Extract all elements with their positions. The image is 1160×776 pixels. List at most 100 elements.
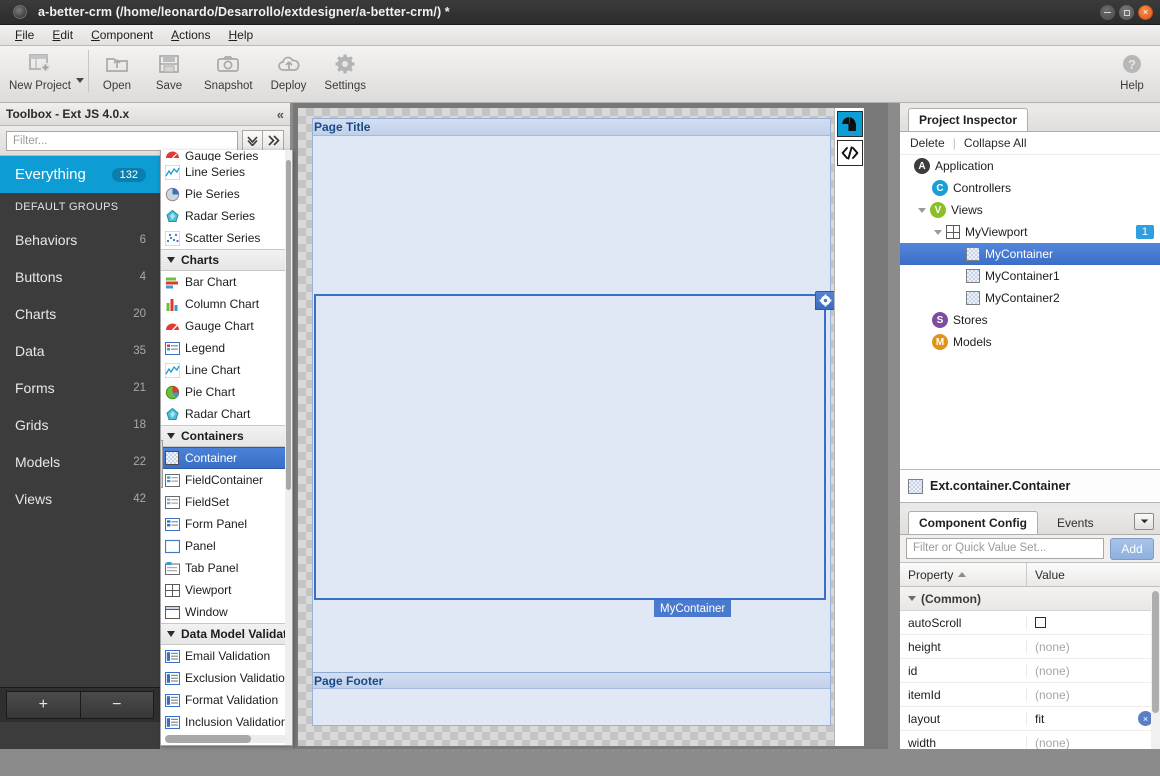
palette-item-panel[interactable]: Panel (161, 535, 292, 557)
palette-item-exclusion-validation[interactable]: Exclusion Validation (161, 667, 292, 689)
tree-node-mycontainer1[interactable]: MyContainer1 (900, 265, 1160, 287)
table-row[interactable]: id (none) (900, 659, 1160, 683)
palette-item-legend[interactable]: Legend (161, 337, 292, 359)
close-button[interactable]: × (1138, 5, 1153, 20)
toolbox-expand-icon[interactable] (263, 129, 284, 152)
remove-group-button[interactable]: − (79, 691, 154, 719)
config-group-common[interactable]: (Common) (900, 587, 1160, 611)
collapse-all-link[interactable]: Collapse All (964, 136, 1027, 150)
toolbox-item-charts[interactable]: Charts 20 (0, 295, 160, 332)
config-filter-input[interactable]: Filter or Quick Value Set... (906, 538, 1104, 559)
palette-item-viewport[interactable]: Viewport (161, 579, 292, 601)
tree-node-views[interactable]: V Views (900, 199, 1160, 221)
help-button[interactable]: ? Help (1104, 46, 1160, 100)
delete-link[interactable]: Delete (910, 136, 945, 150)
palette-item-gauge-series[interactable]: Gauge Series (161, 150, 292, 161)
new-project-button[interactable]: New Project (0, 46, 80, 100)
save-button[interactable]: Save (143, 46, 195, 100)
palette-item-fieldset[interactable]: FieldSet (161, 491, 292, 513)
snapshot-button[interactable]: Snapshot (195, 46, 262, 100)
maximize-button[interactable] (1119, 5, 1134, 20)
minimize-button[interactable] (1100, 5, 1115, 20)
selected-container[interactable]: MyContainer (314, 291, 836, 617)
viewport-center-region[interactable]: MyContainer (313, 136, 836, 689)
deploy-button[interactable]: Deploy (262, 46, 316, 100)
page-title-region[interactable]: Page Title (313, 119, 830, 136)
toolbox-item-views[interactable]: Views 42 (0, 480, 160, 517)
table-row[interactable]: layout fit × (900, 707, 1160, 731)
palette-item-email-validation[interactable]: Email Validation (161, 645, 292, 667)
design-view-toggle[interactable] (836, 111, 863, 137)
property-value[interactable]: (none) (1027, 688, 1160, 702)
toolbox-item-data[interactable]: Data 35 (0, 332, 160, 369)
palette-item-radar-series[interactable]: Radar Series (161, 205, 292, 227)
toolbox-item-forms[interactable]: Forms 21 (0, 369, 160, 406)
container-config-button[interactable] (815, 291, 836, 310)
palette-item-window[interactable]: Window (161, 601, 292, 623)
tab-events[interactable]: Events (1046, 511, 1105, 534)
myviewport-preview[interactable]: Page Title MyContainer Page Footer (312, 118, 836, 726)
property-value[interactable]: (none) (1027, 640, 1160, 654)
palette-collapse-handle[interactable] (161, 440, 163, 488)
palette-item-container[interactable]: Container (161, 447, 292, 469)
table-row[interactable]: height (none) (900, 635, 1160, 659)
chevron-down-icon[interactable] (934, 229, 942, 235)
tree-node-mycontainer2[interactable]: MyContainer2 (900, 287, 1160, 309)
page-footer-region[interactable]: Page Footer (313, 672, 830, 689)
add-group-button[interactable]: + (6, 691, 80, 719)
tree-node-models[interactable]: M Models (900, 331, 1160, 353)
menu-edit[interactable]: Edit (43, 26, 82, 44)
tree-node-mycontainer[interactable]: MyContainer (900, 243, 1160, 265)
palette-item-line-chart[interactable]: Line Chart (161, 359, 292, 381)
design-canvas[interactable]: Page Title MyContainer Page Footer (298, 108, 864, 746)
tree-node-application[interactable]: A Application (900, 155, 1160, 177)
toolbox-item-buttons[interactable]: Buttons 4 (0, 258, 160, 295)
property-value[interactable]: fit × (1027, 711, 1160, 726)
column-header-property[interactable]: Property (900, 563, 1027, 586)
toolbox-item-behaviors[interactable]: Behaviors 6 (0, 221, 160, 258)
tab-component-config[interactable]: Component Config (908, 511, 1038, 534)
palette-item-gauge-chart[interactable]: Gauge Chart (161, 315, 292, 337)
tree-node-stores[interactable]: S Stores (900, 309, 1160, 331)
palette-item-bar-chart[interactable]: Bar Chart (161, 271, 292, 293)
code-view-toggle[interactable] (836, 140, 863, 166)
palette-item-fieldcontainer[interactable]: FieldContainer (161, 469, 292, 491)
palette-item-pie-series[interactable]: Pie Series (161, 183, 292, 205)
palette-item-format-validation[interactable]: Format Validation (161, 689, 292, 711)
palette-item-inclusion-validation[interactable]: Inclusion Validation (161, 711, 292, 733)
toolbox-item-grids[interactable]: Grids 18 (0, 406, 160, 443)
palette-item-radar-chart[interactable]: Radar Chart (161, 403, 292, 425)
settings-button[interactable]: Settings (315, 46, 375, 100)
palette-item-scatter-series[interactable]: Scatter Series (161, 227, 292, 249)
palette-item-form-panel[interactable]: Form Panel (161, 513, 292, 535)
palette-item-column-chart[interactable]: Column Chart (161, 293, 292, 315)
palette-item-pie-chart[interactable]: Pie Chart (161, 381, 292, 403)
property-value[interactable] (1027, 617, 1160, 628)
tree-node-myviewport[interactable]: MyViewport 1 (900, 221, 1160, 243)
toolbox-sort-icon[interactable] (242, 129, 263, 152)
menu-component[interactable]: Component (82, 26, 162, 44)
tree-node-controllers[interactable]: C Controllers (900, 177, 1160, 199)
column-header-value[interactable]: Value (1027, 563, 1160, 586)
toolbox-filter-input[interactable]: Filter... (6, 130, 238, 151)
palette-header-data-model-validations[interactable]: Data Model Validat (161, 623, 292, 645)
menu-file[interactable]: File (6, 26, 43, 44)
collapse-toolbox-icon[interactable]: « (277, 107, 284, 122)
tab-project-inspector[interactable]: Project Inspector (908, 108, 1029, 131)
palette-item-tab-panel[interactable]: Tab Panel (161, 557, 292, 579)
toolbox-item-models[interactable]: Models 22 (0, 443, 160, 480)
property-value[interactable]: (none) (1027, 664, 1160, 678)
palette-header-containers[interactable]: Containers (161, 425, 292, 447)
config-grid-scroll-thumb[interactable] (1152, 591, 1159, 713)
palette-item-line-series[interactable]: Line Series (161, 161, 292, 183)
autoscroll-checkbox[interactable] (1035, 617, 1046, 628)
table-row[interactable]: autoScroll (900, 611, 1160, 635)
config-menu-button[interactable] (1134, 513, 1154, 530)
palette-scroll-thumb[interactable] (286, 160, 291, 490)
menu-actions[interactable]: Actions (162, 26, 219, 44)
palette-header-charts[interactable]: Charts (161, 249, 292, 271)
chevron-down-icon[interactable] (918, 207, 926, 213)
new-project-dropdown-arrow[interactable] (76, 77, 84, 83)
toolbox-item-everything[interactable]: Everything 132 (0, 156, 160, 193)
palette-hscroll-thumb[interactable] (165, 735, 251, 743)
